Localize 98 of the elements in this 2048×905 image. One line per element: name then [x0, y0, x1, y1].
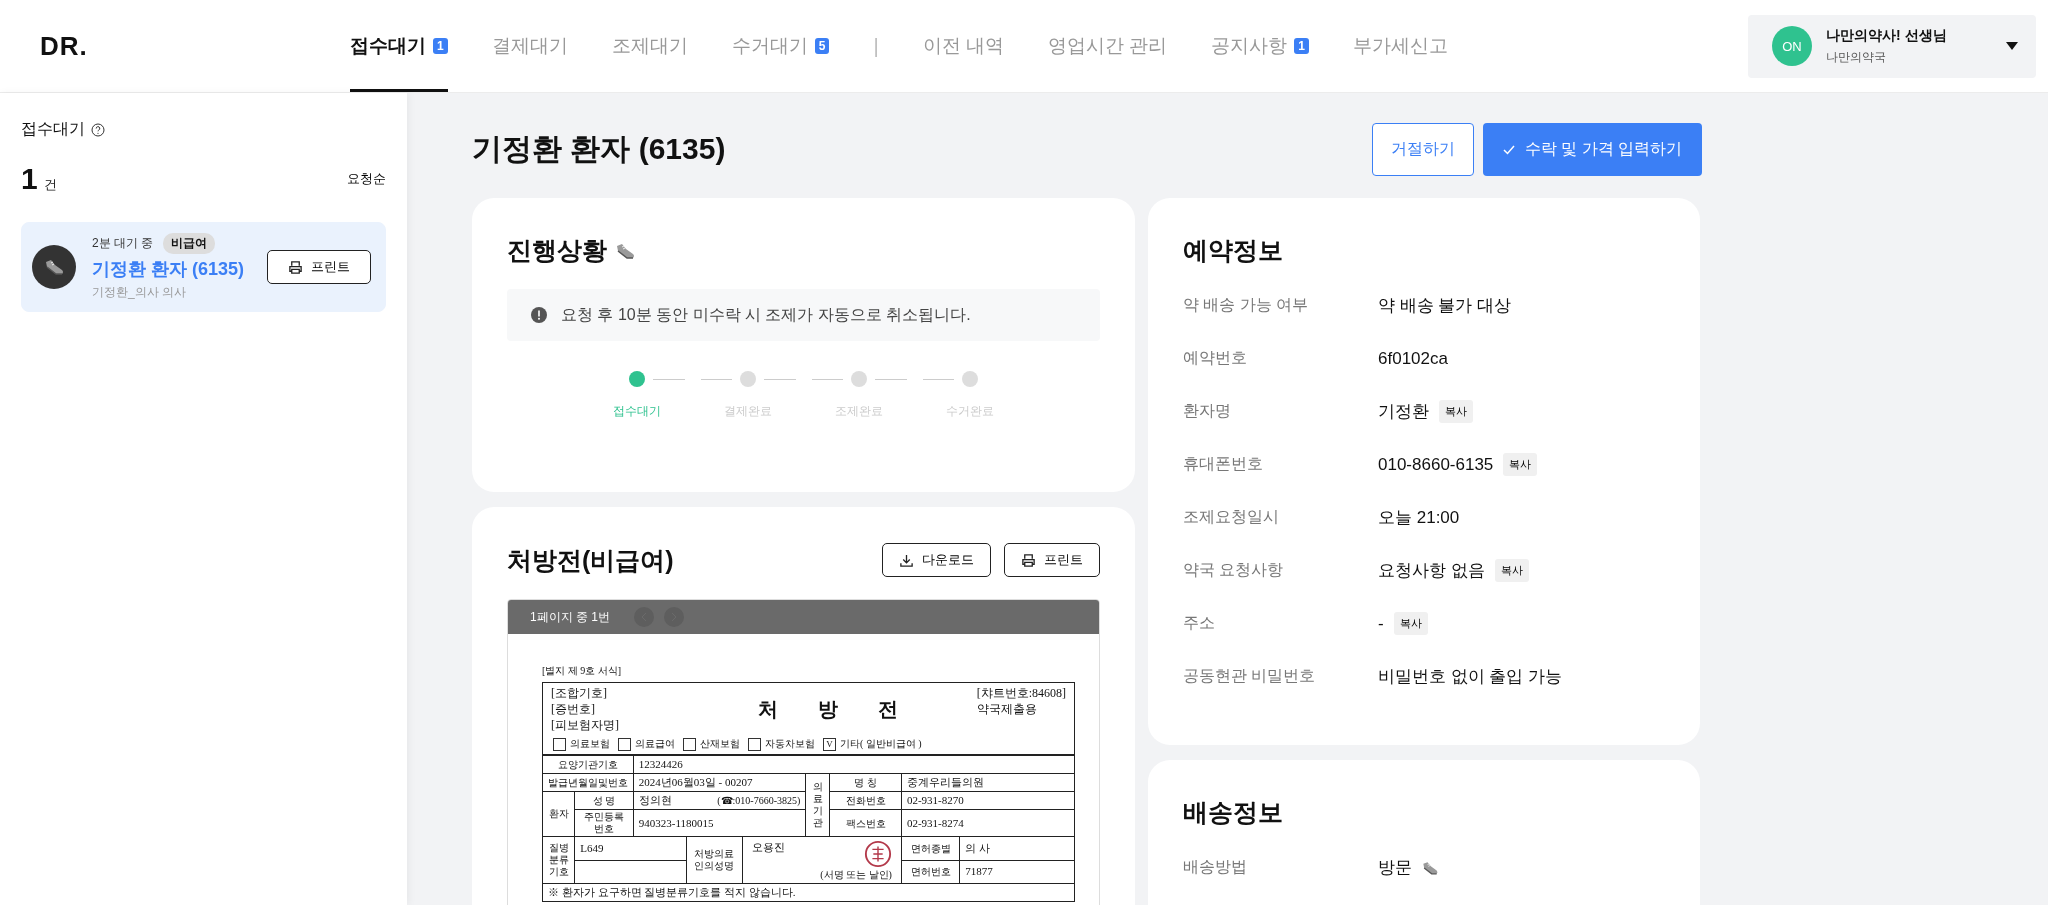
form-number: [별지 제 9호 서식] [542, 664, 623, 678]
document-title: 방 [817, 696, 838, 722]
nav-separator: | [873, 33, 879, 59]
count-badge: 1 [1294, 38, 1309, 54]
field-value: 약 배송 불가 대상 [1378, 295, 1512, 317]
copy-button[interactable]: 복사 [1393, 612, 1428, 635]
document-title: 전 [877, 696, 898, 722]
field-value: 비밀번호 없이 출입 가능 [1378, 666, 1563, 688]
table-cell: 성 명 [574, 791, 634, 810]
table-cell: 정의현 [638, 793, 672, 808]
panel-title: 접수대기 [21, 119, 85, 139]
alert-icon [531, 307, 547, 323]
copy-button[interactable]: 복사 [1439, 400, 1473, 423]
field-label: 조제요청일시 [1183, 507, 1280, 527]
field-label: 공동현관 비밀번호 [1183, 666, 1317, 686]
checkbox-label: 산재보험 [700, 737, 740, 751]
chart-number: [챠트번호:84608] [976, 685, 1066, 701]
card-title: 진행상황 [507, 235, 607, 266]
doctor-name: 기정환_의사 의사 [92, 284, 187, 301]
count-unit: 건 [43, 176, 57, 194]
nav-tab[interactable]: 수거대기 5 [731, 3, 830, 92]
pharmacy-name: 나만의약국 [1826, 48, 1887, 66]
count-badge: 5 [814, 38, 830, 54]
step-label: 접수대기 [613, 403, 661, 420]
table-cell: 의료기관 [805, 773, 830, 837]
table-cell: 명 칭 [829, 773, 902, 792]
check-mark: V [826, 739, 833, 749]
user-name: 나만의약사! 선생님 [1826, 26, 1948, 45]
field-label: 약 배송 가능 여부 [1183, 295, 1310, 315]
card-title: 처방전(비급여) [507, 544, 674, 576]
printer-icon [288, 259, 303, 275]
checkbox-label: 자동차보험 [765, 737, 815, 751]
check-icon [1502, 144, 1515, 155]
copy-button[interactable]: 복사 [1503, 453, 1538, 476]
field-value: 요청사항 없음 [1378, 560, 1485, 582]
coverage-tag: 비급여 [163, 233, 216, 254]
accept-button[interactable]: 수락 및 가격 입력하기 [1482, 123, 1702, 176]
avatar: ON [1772, 26, 1812, 66]
patient-name: 기정환 환자 (6135) [92, 258, 246, 281]
table-cell: 12324426 [633, 755, 1074, 774]
download-icon [899, 552, 914, 568]
table-cell: 환자 [543, 791, 575, 837]
table-cell: 2024년06월03일 - 00207 [633, 773, 806, 792]
document-title: 처 [757, 696, 778, 722]
field-label: 배송방법 [1183, 857, 1248, 877]
notice-text: 요청 후 10분 동안 미수락 시 조제가 자동으로 취소됩니다. [561, 304, 971, 325]
caret-icon [2006, 42, 2018, 50]
field-value: 방문 [1378, 857, 1412, 879]
form-field-label: [피보험자명] [551, 717, 619, 733]
table-cell: 전화번호 [829, 791, 902, 810]
table-cell: ※ 환자가 요구하면 질병분류기호를 적지 않습니다. [543, 883, 1074, 902]
patient-title: 기정환 환자 (6135) [472, 131, 726, 167]
print-button[interactable]: 프린트 [1004, 543, 1100, 577]
field-label: 주소 [1183, 613, 1216, 633]
field-value: 오늘 21:00 [1378, 507, 1460, 529]
field-value: 기정환 [1378, 401, 1429, 423]
seal-stamp-icon [863, 840, 892, 868]
copy-type: 약국제출용 [976, 701, 1038, 717]
download-button[interactable]: 다운로드 [882, 543, 991, 577]
table-cell: 면허번호 [901, 860, 960, 884]
table-cell: 면허종별 [901, 836, 960, 860]
table-cell: 주민등록번호 [574, 809, 634, 837]
copy-button[interactable]: 복사 [1494, 559, 1529, 582]
card-title: 배송정보 [1183, 797, 1284, 828]
field-label: 예약번호 [1183, 348, 1248, 368]
help-icon[interactable] [91, 122, 105, 137]
field-label: 휴대폰번호 [1183, 454, 1264, 474]
table-cell: 처방의료인의성명 [686, 836, 743, 884]
page-indicator: 1페이지 중 1번 [530, 608, 610, 626]
field-label: 환자명 [1183, 401, 1232, 421]
field-value: 010-8660-6135 [1378, 454, 1494, 475]
printer-icon [1021, 552, 1036, 568]
wait-time: 2분 대기 중 [92, 235, 154, 252]
card-title: 예약정보 [1183, 235, 1284, 266]
table-cell: 팩스번호 [829, 809, 902, 837]
form-field-label: [증번호] [551, 701, 596, 717]
count-badge: 1 [433, 38, 448, 54]
table-cell-text: (☎:010-7660-3825) [717, 794, 801, 808]
request-count: 1 [21, 162, 38, 196]
checkbox-label: 의료급여 [635, 737, 675, 751]
reject-button[interactable]: 거절하기 [1371, 123, 1474, 176]
table-cell: 질병분류기호 [543, 836, 575, 884]
checkbox-label: 의료보험 [570, 737, 610, 751]
print-button[interactable]: 프린트 [267, 250, 371, 284]
user-menu[interactable]: ON 나만의약사! 선생님 나만의약국 [1748, 14, 2036, 78]
table-cell-text: (서명 또는 날인) [820, 868, 892, 882]
request-card[interactable]: 2분 대기 중 비급여 기정환 환자 (6135) 기정환_의사 의사 프린트 [21, 222, 386, 312]
field-label: 약국 요청사항 [1183, 560, 1285, 580]
field-value: - [1378, 613, 1384, 634]
table-cell: 발급년월일및번호 [543, 773, 634, 792]
form-field-label: [조합기호] [551, 685, 608, 701]
sort-button[interactable]: 요청순 [347, 170, 386, 188]
checkbox-label: 기타( 일반비급여 ) [840, 737, 922, 751]
nav-tab[interactable]: 공지사항 1 [1211, 3, 1309, 92]
table-cell: 요양기관기호 [543, 755, 634, 774]
field-value: 6f0102ca [1378, 348, 1448, 369]
table-cell: 오용진 [751, 840, 785, 855]
logo[interactable]: DR. [0, 30, 350, 62]
